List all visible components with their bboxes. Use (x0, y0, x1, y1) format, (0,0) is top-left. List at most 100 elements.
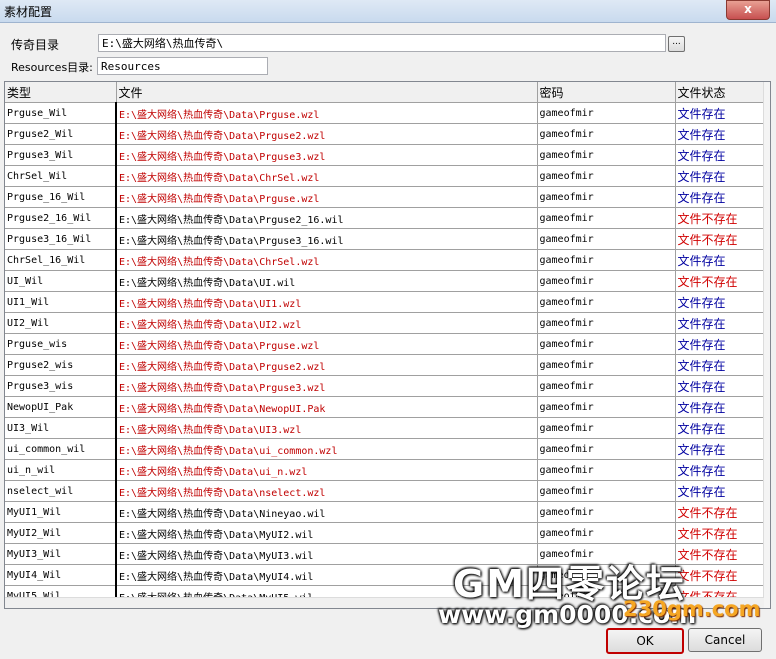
browse-button[interactable]: ... (668, 36, 685, 52)
cell-file[interactable]: E:\盛大网络\热血传奇\Data\ChrSel.wzl (116, 249, 538, 271)
cell-password[interactable]: gameofmir (537, 480, 676, 502)
table-row[interactable]: Prguse2_16_Wil E:\盛大网络\热血传奇\Data\Prguse2_… (5, 207, 764, 229)
cell-password[interactable]: gameofmir (537, 501, 676, 523)
table-row[interactable]: ui_n_wil E:\盛大网络\热血传奇\Data\ui_n.wzl gameof… (5, 459, 764, 481)
cell-file[interactable]: E:\盛大网络\热血传奇\Data\NewopUI.Pak (116, 396, 538, 418)
cell-type[interactable]: UI2_Wil (5, 312, 117, 334)
cell-password[interactable]: gameofmir (537, 123, 676, 145)
table-row[interactable]: Prguse3_16_Wil E:\盛大网络\热血传奇\Data\Prguse3_… (5, 228, 764, 250)
cell-password[interactable]: gameofmir (537, 438, 676, 460)
cell-password[interactable]: gameofmir (537, 354, 676, 376)
cell-type[interactable]: MyUI2_Wil (5, 522, 117, 544)
cell-status[interactable]: 文件存在 (675, 417, 764, 439)
cell-file[interactable]: E:\盛大网络\热血传奇\Data\Prguse.wzl (116, 333, 538, 355)
cell-file[interactable]: E:\盛大网络\热血传奇\Data\ChrSel.wzl (116, 165, 538, 187)
cell-type[interactable]: Prguse_Wil (5, 102, 117, 124)
table-row[interactable]: UI1_Wil E:\盛大网络\热血传奇\Data\UI1.wzl gameofmi… (5, 291, 764, 313)
table-row[interactable]: UI3_Wil E:\盛大网络\热血传奇\Data\UI3.wzl gameofmi… (5, 417, 764, 439)
table-row[interactable]: ChrSel_16_Wil E:\盛大网络\热血传奇\Data\ChrSel.wz… (5, 249, 764, 271)
cell-type[interactable]: ui_n_wil (5, 459, 117, 481)
cell-status[interactable]: 文件存在 (675, 438, 764, 460)
cell-type[interactable]: Prguse_16_Wil (5, 186, 117, 208)
ok-button[interactable]: OK (606, 628, 684, 654)
table-row[interactable]: Prguse_Wil E:\盛大网络\热血传奇\Data\Prguse.wzl ga… (5, 102, 764, 124)
table-row[interactable]: ui_common_wil E:\盛大网络\热血传奇\Data\ui_common… (5, 438, 764, 460)
cell-file[interactable]: E:\盛大网络\热血传奇\Data\nselect.wzl (116, 480, 538, 502)
cell-status[interactable]: 文件不存在 (675, 501, 764, 523)
cell-type[interactable]: NewopUI_Pak (5, 396, 117, 418)
cell-status[interactable]: 文件存在 (675, 165, 764, 187)
cell-status[interactable]: 文件不存在 (675, 270, 764, 292)
cell-status[interactable]: 文件存在 (675, 102, 764, 124)
cell-status[interactable]: 文件存在 (675, 123, 764, 145)
table-row[interactable]: Prguse_wis E:\盛大网络\热血传奇\Data\Prguse.wzl ga… (5, 333, 764, 355)
cell-file[interactable]: E:\盛大网络\热血传奇\Data\ui_n.wzl (116, 459, 538, 481)
cell-status[interactable]: 文件不存在 (675, 564, 764, 586)
cell-status[interactable]: 文件不存在 (675, 543, 764, 565)
resources-input[interactable]: Resources (97, 57, 268, 75)
close-button[interactable]: x (726, 0, 770, 20)
cell-file[interactable]: E:\盛大网络\热血传奇\Data\Prguse3.wzl (116, 375, 538, 397)
table-row[interactable]: ChrSel_Wil E:\盛大网络\热血传奇\Data\ChrSel.wzl ga… (5, 165, 764, 187)
cell-password[interactable]: gameofmir (537, 207, 676, 229)
cell-file[interactable]: E:\盛大网络\热血传奇\Data\ui_common.wzl (116, 438, 538, 460)
cell-type[interactable]: Prguse2_wis (5, 354, 117, 376)
cell-status[interactable]: 文件不存在 (675, 207, 764, 229)
cell-file[interactable]: E:\盛大网络\热血传奇\Data\UI1.wzl (116, 291, 538, 313)
table-row[interactable]: Prguse3_wis E:\盛大网络\热血传奇\Data\Prguse3.wzl… (5, 375, 764, 397)
cell-password[interactable]: gameofmir (537, 312, 676, 334)
cell-password[interactable]: gameofmir (537, 102, 676, 124)
cell-file[interactable]: E:\盛大网络\热血传奇\Data\Prguse2.wzl (116, 123, 538, 145)
cell-file[interactable]: E:\盛大网络\热血传奇\Data\UI2.wzl (116, 312, 538, 334)
col-header-password[interactable]: 密码 (537, 82, 676, 103)
cell-status[interactable]: 文件存在 (675, 333, 764, 355)
table-row[interactable]: Prguse_16_Wil E:\盛大网络\热血传奇\Data\Prguse.wz… (5, 186, 764, 208)
col-header-file[interactable]: 文件 (116, 82, 538, 103)
cell-password[interactable]: gameofmir (537, 186, 676, 208)
cell-type[interactable]: UI_Wil (5, 270, 117, 292)
cell-password[interactable]: gameofmir (537, 417, 676, 439)
vertical-scrollbar[interactable] (763, 82, 770, 608)
cell-password[interactable]: gameofmir (537, 333, 676, 355)
cell-status[interactable]: 文件存在 (675, 396, 764, 418)
cell-status[interactable]: 文件不存在 (675, 522, 764, 544)
cell-type[interactable]: UI3_Wil (5, 417, 117, 439)
cell-file[interactable]: E:\盛大网络\热血传奇\Data\Prguse.wzl (116, 102, 538, 124)
cell-type[interactable]: Prguse3_wis (5, 375, 117, 397)
cell-password[interactable]: gameofmir (537, 396, 676, 418)
table-row[interactable]: nselect_wil E:\盛大网络\热血传奇\Data\nselect.wzl… (5, 480, 764, 502)
cell-password[interactable]: gameofmir (537, 270, 676, 292)
cell-type[interactable]: ui_common_wil (5, 438, 117, 460)
cell-status[interactable]: 文件存在 (675, 459, 764, 481)
table-row[interactable]: Prguse3_Wil E:\盛大网络\热血传奇\Data\Prguse3.wzl… (5, 144, 764, 166)
cell-password[interactable]: gameofmir (537, 291, 676, 313)
table-row[interactable]: Prguse2_wis E:\盛大网络\热血传奇\Data\Prguse2.wzl… (5, 354, 764, 376)
cell-type[interactable]: nselect_wil (5, 480, 117, 502)
cell-type[interactable]: Prguse3_16_Wil (5, 228, 117, 250)
cell-password[interactable]: gameofmir (537, 375, 676, 397)
cell-password[interactable]: gameofmir (537, 459, 676, 481)
cell-password[interactable]: gameofmir (537, 522, 676, 544)
cell-type[interactable]: Prguse2_Wil (5, 123, 117, 145)
cell-status[interactable]: 文件不存在 (675, 228, 764, 250)
cell-password[interactable]: gameofmir (537, 165, 676, 187)
game-dir-input[interactable]: E:\盛大网络\热血传奇\ (98, 34, 666, 52)
cell-file[interactable]: E:\盛大网络\热血传奇\Data\Prguse3.wzl (116, 144, 538, 166)
cell-password[interactable]: gameofmir (537, 228, 676, 250)
cell-status[interactable]: 文件存在 (675, 249, 764, 271)
table-row[interactable]: UI2_Wil E:\盛大网络\热血传奇\Data\UI2.wzl gameofmi… (5, 312, 764, 334)
cell-status[interactable]: 文件存在 (675, 186, 764, 208)
table-row[interactable]: Prguse2_Wil E:\盛大网络\热血传奇\Data\Prguse2.wzl… (5, 123, 764, 145)
table-row[interactable]: NewopUI_Pak E:\盛大网络\热血传奇\Data\NewopUI.Pak… (5, 396, 764, 418)
cell-file[interactable]: E:\盛大网络\热血传奇\Data\UI3.wzl (116, 417, 538, 439)
cell-status[interactable]: 文件存在 (675, 312, 764, 334)
cell-file[interactable]: E:\盛大网络\热血传奇\Data\Prguse2_16.wil (116, 207, 538, 229)
cell-type[interactable]: MyUI1_Wil (5, 501, 117, 523)
cell-status[interactable]: 文件存在 (675, 144, 764, 166)
cell-type[interactable]: ChrSel_Wil (5, 165, 117, 187)
cell-file[interactable]: E:\盛大网络\热血传奇\Data\UI.wil (116, 270, 538, 292)
cell-type[interactable]: ChrSel_16_Wil (5, 249, 117, 271)
table-row[interactable]: MyUI1_Wil E:\盛大网络\热血传奇\Data\Nineyao.wil ga… (5, 501, 764, 523)
cell-type[interactable]: MyUI3_Wil (5, 543, 117, 565)
cell-file[interactable]: E:\盛大网络\热血传奇\Data\MyUI2.wil (116, 522, 538, 544)
